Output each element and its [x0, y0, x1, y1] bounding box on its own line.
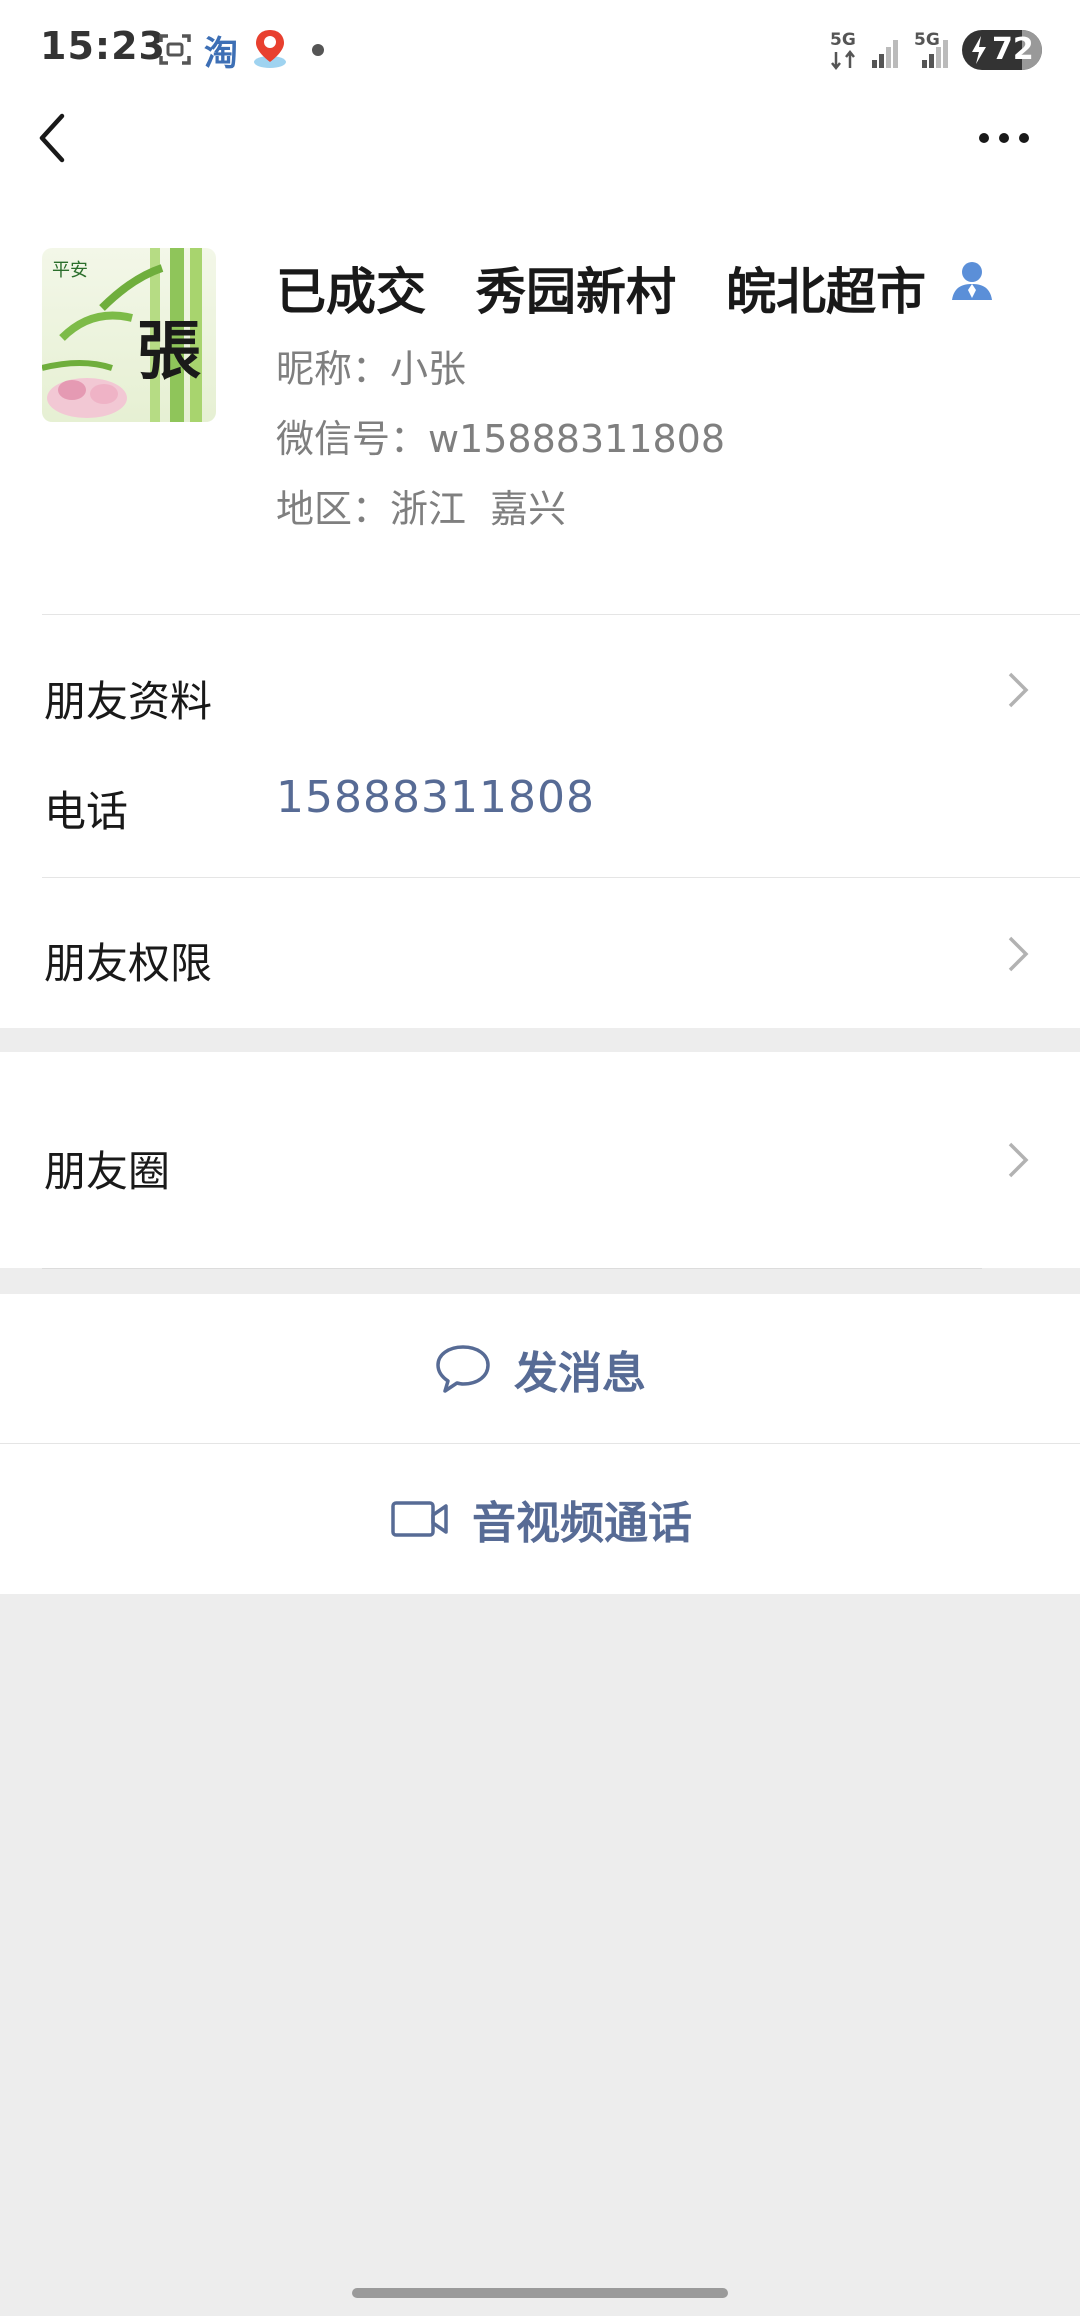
signal-icon	[872, 34, 904, 72]
phone-label: 电话	[44, 787, 129, 836]
chevron-right-icon	[1008, 672, 1029, 708]
battery-charging-icon: 72	[962, 30, 1042, 70]
divider	[42, 877, 1080, 878]
avatar-text: 張	[137, 314, 201, 389]
divider	[42, 1268, 982, 1269]
friend-permissions-label: 朋友权限	[44, 939, 213, 988]
wechat-id[interactable]: 微信号：w15888311808	[276, 408, 725, 463]
chevron-right-icon	[1008, 936, 1029, 972]
divider	[42, 614, 1080, 615]
back-button[interactable]	[30, 110, 78, 166]
battery-level: 72	[992, 32, 1034, 67]
chevron-right-icon	[1008, 1142, 1029, 1178]
moments-label: 朋友圈	[44, 1147, 171, 1196]
more-button[interactable]	[970, 118, 1040, 158]
region: 地区：浙江 嘉兴	[276, 487, 567, 531]
baidu-map-icon	[250, 28, 290, 74]
status-time: 15:23	[40, 24, 166, 68]
friend-info-label: 朋友资料	[44, 677, 213, 726]
data-arrows-icon	[830, 49, 858, 74]
contact-person-icon	[950, 258, 994, 306]
send-message-button[interactable]: 发消息	[0, 1294, 1080, 1444]
svg-text:平安: 平安	[52, 260, 88, 281]
avatar[interactable]: 平安 張	[42, 248, 216, 422]
remark-name: 已成交 秀园新村 皖北超市	[276, 263, 926, 321]
av-call-label: 音视频通话	[472, 1498, 692, 1549]
chevron-left-icon	[39, 113, 65, 163]
notification-dot	[312, 44, 324, 56]
friend-permissions-row[interactable]: 朋友权限	[0, 890, 1080, 1026]
av-call-button[interactable]: 音视频通话	[0, 1444, 1080, 1594]
video-camera-icon	[391, 1501, 448, 1537]
send-message-label: 发消息	[514, 1348, 646, 1399]
taobao-icon: 淘	[204, 34, 238, 74]
home-indicator[interactable]	[352, 2288, 728, 2298]
more-dots-icon	[979, 133, 1029, 143]
chat-bubble-icon	[436, 1345, 490, 1393]
phone-number[interactable]: 15888311808	[276, 772, 595, 823]
signal-icon	[918, 34, 950, 72]
status-bar: 15:23 淘 5G 5G 72	[0, 0, 1080, 100]
screenshot-icon	[158, 32, 192, 70]
nickname: 昵称：小张	[276, 347, 467, 391]
moments-row[interactable]: 朋友圈	[0, 1052, 1080, 1268]
network-type-1: 5G	[830, 30, 856, 50]
friend-info-row[interactable]: 朋友资料	[0, 630, 1080, 750]
